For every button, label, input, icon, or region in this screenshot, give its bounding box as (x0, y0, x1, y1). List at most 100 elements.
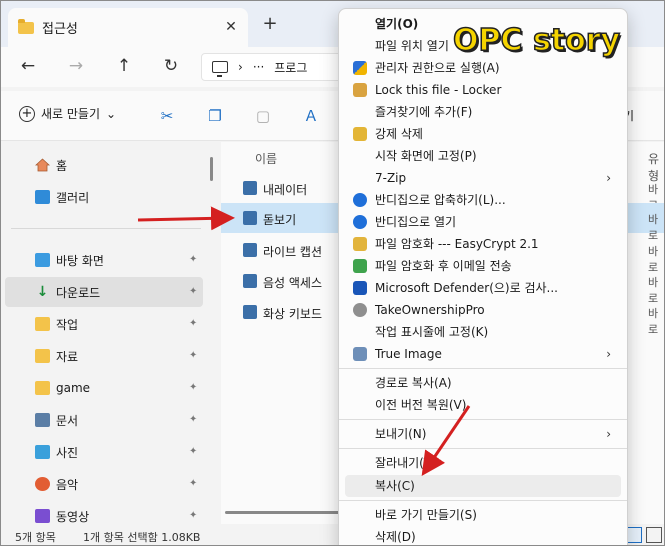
menu-item-easycrypt[interactable]: 파일 암호화 --- EasyCrypt 2.1 (345, 233, 621, 255)
videos-icon (35, 509, 50, 523)
this-pc-icon (212, 61, 228, 77)
sidebar-item-downloads[interactable]: ↓ 다운로드 ✦ (5, 277, 203, 307)
sidebar-item-label: 다운로드 (56, 285, 101, 300)
sidebar-item-gallery[interactable]: 갤러리 (5, 182, 203, 212)
sidebar-item-work[interactable]: 작업 ✦ (5, 309, 203, 339)
sidebar-item-desktop[interactable]: 바탕 화면 ✦ (5, 245, 203, 275)
sidebar-item-label: 음악 (56, 477, 79, 492)
selection-info: 1개 항목 선택함 1.08KB (83, 531, 201, 544)
new-button[interactable]: + 새로 만들기 ⌄ (19, 105, 116, 122)
paste-icon[interactable]: ▢ (253, 106, 273, 126)
submenu-arrow-icon: › (606, 427, 611, 441)
menu-item-label: 작업 표시줄에 고정(K) (375, 325, 489, 339)
item-count: 5개 항목 (15, 531, 56, 544)
defender-icon (353, 281, 367, 295)
menu-item-label: Microsoft Defender(으)로 검사... (375, 281, 558, 295)
file-explorer-window: 접근성 ✕ + ← → ↑ ↻ › ··· 프로그 + 새로 만들기 ⌄ ✂ ❐… (0, 0, 665, 546)
menu-item-bandizip-compress[interactable]: 반디집으로 압축하기(L)... (345, 189, 621, 211)
forward-button[interactable]: → (63, 55, 89, 79)
menu-item-label: 경로로 복사(A) (375, 376, 452, 390)
menu-item-label: 즐겨찾기에 추가(F) (375, 105, 473, 119)
shortcut-icon (243, 211, 257, 225)
menu-item-label: TakeOwnershipPro (375, 303, 485, 317)
menu-separator (339, 500, 627, 501)
menu-item-restore-version[interactable]: 이전 버전 복원(V) (345, 394, 621, 416)
sidebar-item-pictures[interactable]: 사진 ✦ (5, 437, 203, 467)
up-button[interactable]: ↑ (111, 55, 137, 79)
sidebar-item-home[interactable]: 홈 (5, 150, 203, 180)
sidebar-item-materials[interactable]: 자료 ✦ (5, 341, 203, 371)
rename-icon[interactable]: Ａ (301, 106, 321, 126)
back-button[interactable]: ← (15, 55, 41, 79)
watermark: OPC story (452, 22, 621, 59)
horizontal-scrollbar[interactable] (225, 511, 345, 514)
breadcrumb-more-button[interactable]: ··· (253, 60, 264, 74)
sidebar-item-label: game (56, 381, 91, 395)
menu-item-encrypt-email[interactable]: 파일 암호화 후 이메일 전송 (345, 255, 621, 277)
copy-icon[interactable]: ❐ (205, 106, 225, 126)
sidebar-item-game[interactable]: game ✦ (5, 373, 203, 403)
menu-item-defender-scan[interactable]: Microsoft Defender(으)로 검사... (345, 277, 621, 299)
menu-item-7zip[interactable]: 7-Zip › (345, 167, 621, 189)
file-name: 라이브 캡션 (263, 245, 323, 259)
details-view-icon[interactable] (626, 527, 642, 543)
bandizip-icon (353, 215, 367, 229)
menu-item-label: 파일 암호화 후 이메일 전송 (375, 259, 512, 273)
tab-title: 접근성 (42, 22, 78, 37)
folder-icon (18, 18, 34, 34)
menu-separator (339, 448, 627, 449)
refresh-button[interactable]: ↻ (158, 55, 184, 79)
force-delete-icon (353, 127, 367, 141)
cut-icon[interactable]: ✂ (157, 106, 177, 126)
sidebar-item-label: 자료 (56, 349, 79, 364)
menu-item-pin-start[interactable]: 시작 화면에 고정(P) (345, 145, 621, 167)
pin-icon: ✦ (189, 350, 198, 361)
folder-icon (35, 381, 50, 395)
menu-separator (339, 419, 627, 420)
menu-item-label: 반디집으로 압축하기(L)... (375, 193, 506, 207)
navigation-pane: 홈 갤러리 바탕 화면 ✦ ↓ 다운로드 ✦ 작업 ✦ 자료 ✦ game ✦ … (1, 142, 211, 524)
sidebar-item-music[interactable]: 음악 ✦ (5, 469, 203, 499)
close-tab-icon[interactable]: ✕ (222, 18, 240, 36)
menu-item-true-image[interactable]: True Image › (345, 343, 621, 365)
menu-item-label: 보내기(N) (375, 427, 427, 441)
plus-icon: + (19, 105, 35, 122)
file-name: 내레이터 (263, 183, 308, 197)
menu-item-pin-taskbar[interactable]: 작업 표시줄에 고정(K) (345, 321, 621, 343)
breadcrumb[interactable]: 프로그 (274, 59, 307, 76)
shortcut-icon (243, 305, 257, 319)
menu-item-label: 강제 삭제 (375, 127, 423, 141)
pin-icon: ✦ (189, 318, 198, 329)
menu-item-label: 관리자 권한으로 실행(A) (375, 61, 500, 75)
column-header-name[interactable]: 이름 (255, 150, 277, 167)
menu-item-cut[interactable]: 잘라내기(T) (345, 452, 621, 474)
bandizip-icon (353, 193, 367, 207)
uac-shield-icon (353, 61, 367, 75)
menu-item-copy[interactable]: 복사(C) (345, 475, 621, 497)
menu-item-send-to[interactable]: 보내기(N) › (345, 423, 621, 445)
submenu-arrow-icon: › (606, 171, 611, 185)
new-tab-button[interactable]: + (259, 14, 281, 36)
tiles-view-icon[interactable] (646, 527, 662, 543)
menu-item-delete[interactable]: 삭제(D) (345, 526, 621, 545)
sidebar-item-label: 동영상 (56, 509, 90, 524)
menu-item-add-favorites[interactable]: 즐겨찾기에 추가(F) (345, 101, 621, 123)
sidebar-item-documents[interactable]: 문서 ✦ (5, 405, 203, 435)
sidebar-item-label: 작업 (56, 317, 79, 332)
file-name: 음성 액세스 (263, 276, 323, 290)
sidebar-scrollbar[interactable] (210, 157, 213, 181)
folder-icon (35, 349, 50, 363)
menu-item-copy-path[interactable]: 경로로 복사(A) (345, 372, 621, 394)
menu-item-force-delete[interactable]: 강제 삭제 (345, 123, 621, 145)
sidebar-item-label: 홈 (56, 158, 68, 173)
tab-accessibility[interactable]: 접근성 ✕ (8, 8, 248, 47)
menu-item-takeownership[interactable]: TakeOwnershipPro (345, 299, 621, 321)
menu-item-label: 이전 버전 복원(V) (375, 398, 467, 412)
menu-item-run-as-admin[interactable]: 관리자 권한으로 실행(A) (345, 57, 621, 79)
menu-item-bandizip-open[interactable]: 반디집으로 열기 (345, 211, 621, 233)
sidebar-item-label: 문서 (56, 413, 79, 428)
shortcut-icon (243, 274, 257, 288)
file-name: 돋보기 (263, 213, 297, 227)
menu-item-lock-file[interactable]: Lock this file - Locker (345, 79, 621, 101)
menu-item-create-shortcut[interactable]: 바로 가기 만들기(S) (345, 504, 621, 526)
